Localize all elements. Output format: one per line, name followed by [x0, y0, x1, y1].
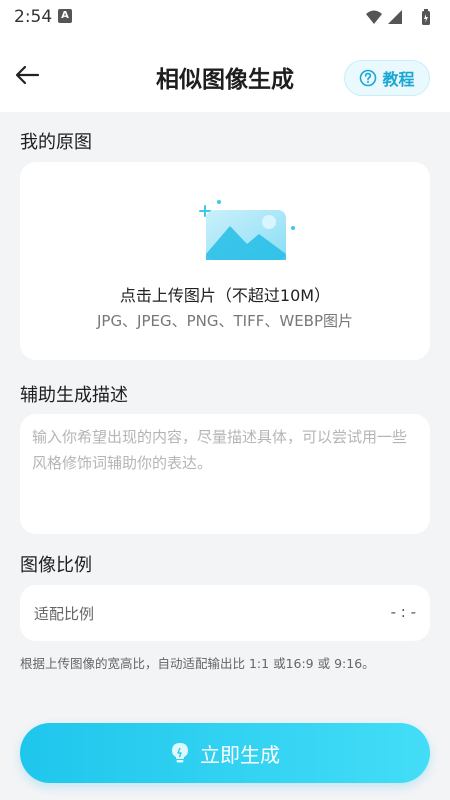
signal-icon — [388, 10, 402, 24]
generate-button[interactable]: 立即生成 — [20, 723, 430, 783]
ratio-hint: 根据上传图像的宽高比，自动适配输出比 1:1 或16:9 或 9:16。 — [20, 656, 375, 671]
tutorial-label: 教程 — [382, 70, 415, 89]
back-button[interactable] — [10, 58, 44, 92]
app-header: 相似图像生成 教程 — [0, 34, 450, 112]
question-circle-icon — [360, 69, 377, 87]
description-input[interactable] — [32, 424, 418, 524]
status-icons — [366, 9, 430, 25]
description-title: 辅助生成描述 — [20, 385, 128, 406]
ratio-label: 适配比例 — [34, 605, 95, 623]
status-time: 2:54 — [14, 7, 53, 27]
ratio-title: 图像比例 — [20, 555, 92, 576]
upload-image-area[interactable]: 点击上传图片（不超过10M） JPG、JPEG、PNG、TIFF、WEBP图片 — [20, 162, 430, 360]
original-image-title: 我的原图 — [20, 132, 92, 153]
arrow-left-icon — [15, 65, 40, 85]
description-card — [20, 414, 430, 534]
status-bar: 2:54 A — [0, 0, 450, 34]
battery-icon — [422, 9, 430, 25]
supported-formats: JPG、JPEG、PNG、TIFF、WEBP图片 — [96, 312, 354, 330]
lightbulb-icon — [172, 743, 188, 763]
image-upload-icon — [199, 200, 295, 260]
tutorial-button[interactable]: 教程 — [344, 60, 430, 96]
generate-label: 立即生成 — [200, 742, 280, 767]
ratio-value: - : - — [390, 603, 416, 621]
notification-icon: A — [58, 9, 72, 23]
ratio-selector[interactable]: 适配比例 - : - — [20, 585, 430, 641]
wifi-icon — [366, 10, 382, 24]
upload-hint: 点击上传图片（不超过10M） — [119, 286, 331, 305]
